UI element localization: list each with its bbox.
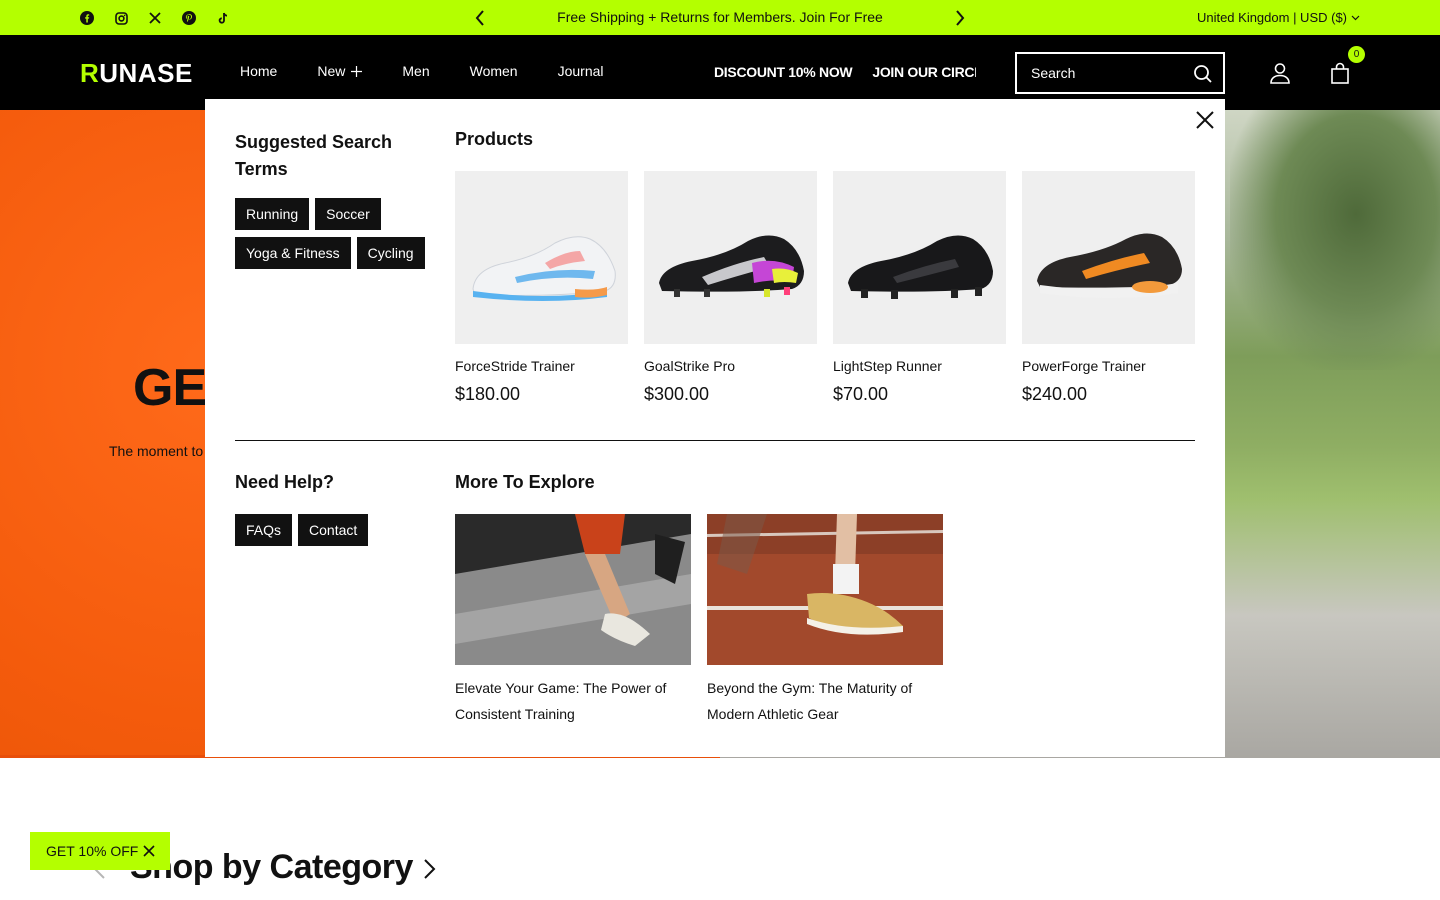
article-list: Elevate Your Game: The Power of Consiste… [455, 514, 943, 727]
search-icon[interactable] [1193, 64, 1213, 84]
need-help-heading: Need Help? [235, 472, 335, 492]
panel-divider [235, 440, 1195, 441]
social-links [78, 9, 232, 27]
article-image [707, 514, 943, 665]
ticker-item: JOIN OUR CIRCLE [872, 64, 976, 80]
more-to-explore-heading: More To Explore [455, 472, 595, 492]
suggested-terms: Running Soccer Yoga & Fitness Cycling [235, 198, 435, 269]
announcement-message[interactable]: Free Shipping + Returns for Members. Joi… [500, 9, 940, 25]
product-card[interactable]: PowerForge Trainer $240.00 [1022, 171, 1195, 405]
article-title: Beyond the Gym: The Maturity of Modern A… [707, 680, 913, 722]
nav-men[interactable]: Men [402, 63, 429, 79]
cart-count-badge: 0 [1348, 46, 1365, 63]
nav-home[interactable]: Home [240, 63, 277, 79]
product-list: ForceStride Trainer $180.00 GoalStrike P… [455, 171, 1195, 405]
facebook-icon[interactable] [78, 9, 96, 27]
product-name: PowerForge Trainer [1022, 358, 1146, 374]
products-heading: Products [455, 129, 534, 149]
contact-link[interactable]: Contact [298, 514, 369, 546]
faqs-link[interactable]: FAQs [235, 514, 293, 546]
close-icon[interactable] [1193, 108, 1217, 132]
tiktok-icon[interactable] [214, 9, 232, 27]
article-image [455, 514, 691, 665]
search-input[interactable] [1017, 65, 1187, 81]
nav-women[interactable]: Women [470, 63, 518, 79]
ticker-item: DISCOUNT 10% NOW [714, 64, 853, 80]
close-icon[interactable] [142, 844, 156, 858]
product-price: $180.00 [455, 384, 521, 404]
product-price: $240.00 [1022, 384, 1088, 404]
chevron-down-icon [1351, 15, 1360, 20]
shop-by-category-heading: Shop by Category [130, 848, 413, 886]
announcement-prev-arrow-icon[interactable] [470, 8, 490, 28]
x-icon[interactable] [146, 9, 164, 27]
nav-label: Men [402, 63, 430, 79]
suggested-term-yoga-fitness[interactable]: Yoga & Fitness [235, 237, 351, 269]
nav-label: Journal [557, 63, 604, 79]
hero-subtitle: The moment to [109, 443, 204, 459]
product-price: $300.00 [644, 384, 710, 404]
suggested-term-soccer[interactable]: Soccer [315, 198, 381, 230]
suggested-term-running[interactable]: Running [235, 198, 310, 230]
nav-label: Home [240, 63, 278, 79]
cart-icon[interactable] [1328, 61, 1352, 85]
promo-label: GET 10% OFF [46, 843, 139, 859]
suggested-search-heading: Suggested Search Terms [235, 132, 393, 179]
announcement-bar: Free Shipping + Returns for Members. Joi… [0, 0, 1440, 35]
product-name: ForceStride Trainer [455, 358, 575, 374]
announcement-next-arrow-icon[interactable] [950, 8, 970, 28]
product-name: GoalStrike Pro [644, 358, 736, 374]
article-card[interactable]: Elevate Your Game: The Power of Consiste… [455, 514, 691, 727]
product-image [833, 171, 1006, 344]
locale-label: United Kingdom | USD ($) [1196, 10, 1347, 25]
search-box [1015, 52, 1225, 94]
plus-icon [351, 65, 363, 77]
product-card[interactable]: GoalStrike Pro $300.00 [644, 171, 817, 405]
product-image [644, 171, 817, 344]
main-nav: Home New Men Women Journal [240, 63, 644, 79]
search-dropdown-panel: Suggested Search Terms Running Soccer Yo… [205, 99, 1225, 757]
product-card[interactable]: LightStep Runner $70.00 [833, 171, 1006, 405]
product-card[interactable]: ForceStride Trainer $180.00 [455, 171, 628, 405]
help-links: FAQs Contact [235, 514, 369, 546]
locale-selector[interactable]: United Kingdom | USD ($) [1197, 10, 1360, 25]
hero-title: GE [133, 359, 207, 417]
account-icon[interactable] [1268, 61, 1292, 85]
nav-label: Women [469, 63, 518, 79]
instagram-icon[interactable] [112, 9, 130, 27]
article-card[interactable]: Beyond the Gym: The Maturity of Modern A… [707, 514, 943, 727]
product-name: LightStep Runner [833, 358, 942, 374]
nav-new[interactable]: New [317, 63, 363, 79]
nav-label: New [317, 63, 346, 79]
product-image [1022, 171, 1195, 344]
discount-promo-button[interactable]: GET 10% OFF [30, 832, 170, 870]
category-next-arrow-icon[interactable] [420, 858, 438, 880]
product-price: $70.00 [833, 384, 889, 404]
hero-tree-image [1230, 110, 1440, 370]
logo[interactable]: RUNASE [80, 59, 193, 87]
article-title: Elevate Your Game: The Power of Consiste… [455, 680, 667, 722]
suggested-term-cycling[interactable]: Cycling [356, 237, 425, 269]
pinterest-icon[interactable] [180, 9, 198, 27]
nav-journal[interactable]: Journal [558, 63, 604, 79]
product-image [455, 171, 628, 344]
promo-ticker: DISCOUNT 10% NOW JOIN OUR CIRCLE [714, 64, 976, 80]
